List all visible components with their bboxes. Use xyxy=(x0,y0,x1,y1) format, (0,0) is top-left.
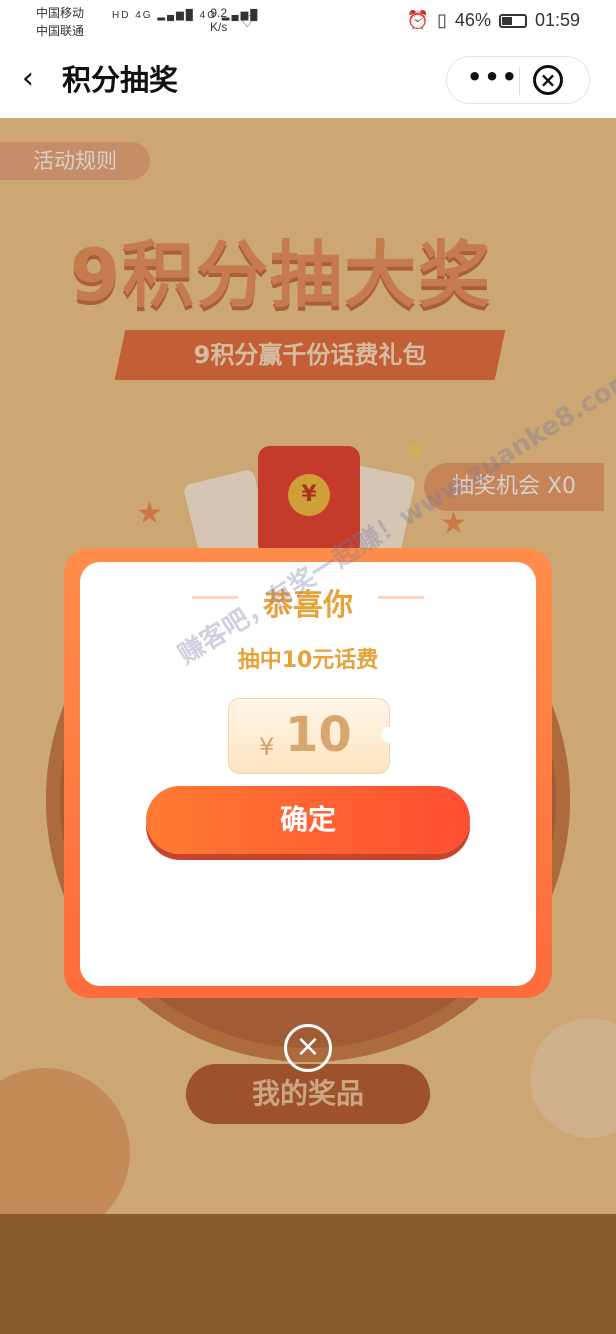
confirm-button[interactable]: 确定 xyxy=(146,786,470,854)
modal-subtitle: 抽中10元话费 xyxy=(237,648,379,673)
clock: 01:59 xyxy=(534,10,580,30)
battery-icon xyxy=(498,13,527,28)
capsule-divider xyxy=(519,67,520,95)
ticket-currency: ¥ xyxy=(259,733,275,761)
bottom-area xyxy=(0,1214,616,1334)
mini-program-capsule: ••• × xyxy=(446,56,590,104)
net-speed-unit: K/s xyxy=(210,20,228,34)
back-arrow-icon[interactable]: ‹ xyxy=(22,62,34,96)
ticket-notch xyxy=(381,727,397,743)
heart-icon: ♡ xyxy=(240,14,255,31)
carrier-1: 中国移动 xyxy=(36,6,85,20)
alarm-icon: ⏰ xyxy=(406,10,430,30)
status-right: ⏰ ▯ 46% 01:59 xyxy=(407,10,580,31)
prize-ticket: ¥ 10 xyxy=(228,698,397,774)
close-circle-icon[interactable]: × xyxy=(284,1024,332,1072)
net-speed-value: 9.2 xyxy=(210,6,228,20)
close-circle-icon[interactable]: × xyxy=(533,65,563,95)
ticket-amount: 10 xyxy=(285,707,352,763)
nav-bar: ‹ 积分抽奖 ••• × xyxy=(0,44,616,118)
carrier-info: 中国移动 中国联通 xyxy=(36,4,84,40)
more-icon[interactable]: ••• xyxy=(467,63,519,91)
page-title: 积分抽奖 xyxy=(62,63,179,97)
battery-fill xyxy=(501,16,513,25)
prize-modal: 恭喜你 抽中10元话费 ¥ 10 xyxy=(80,562,536,986)
signal-icon: HD 4G ▂▄▆█ 4G ▂▄▆█ xyxy=(112,10,260,21)
net-speed: 9.2 K/s xyxy=(210,6,227,34)
battery-percent: 46% xyxy=(454,10,491,30)
status-bar: 中国移动 中国联通 HD 4G ▂▄▆█ 4G ▂▄▆█ 9.2 K/s ♡ ⏰… xyxy=(0,0,616,44)
carrier-2: 中国联通 xyxy=(36,24,85,38)
vibrate-icon: ▯ xyxy=(437,10,447,30)
